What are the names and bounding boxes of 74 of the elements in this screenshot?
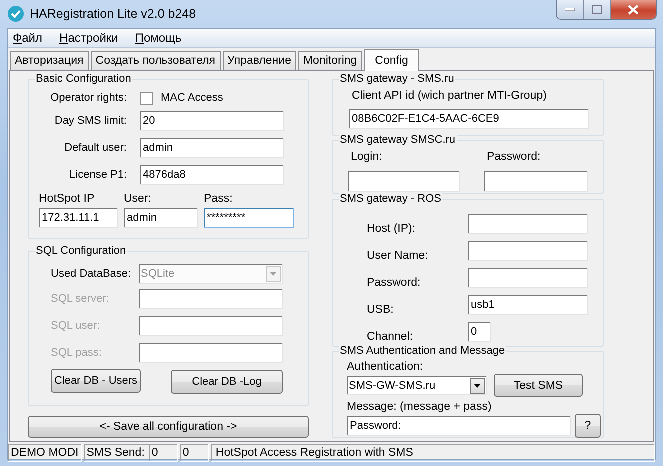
tab[interactable]: Monitoring (298, 51, 362, 70)
minimize-icon (565, 8, 575, 12)
field-label: Used DataBase: (50, 268, 132, 280)
field-label: Password: (366, 277, 422, 289)
app-icon (8, 6, 24, 22)
input-field[interactable]: 08B6C02F-E1C4-5AAC-6CE9 (349, 109, 589, 129)
input-field[interactable]: 0 (468, 322, 491, 342)
group-title: SMS gateway - SMS.ru (339, 73, 456, 86)
window-title: HARegistration Lite v2.0 b248 (30, 7, 196, 21)
input-field[interactable]: 4876da8 (140, 165, 284, 185)
input-field[interactable] (139, 343, 283, 363)
field-label: SQL user: (50, 320, 102, 332)
field-label: HotSpot IP (39, 192, 96, 207)
field-label: USB: (366, 304, 395, 316)
tab[interactable]: Создать пользователя (90, 51, 221, 70)
tab[interactable]: Авторизация (10, 51, 89, 70)
group-title: SQL Configuration (35, 245, 128, 258)
group-title: Basic Configuration (35, 73, 132, 86)
menu-item[interactable]: Помощь (135, 31, 189, 45)
field-label: Login: (351, 151, 384, 165)
input-field[interactable] (139, 316, 283, 336)
input-field[interactable] (348, 171, 460, 192)
save-button[interactable]: <- Save all configuration -> (28, 416, 309, 438)
field-label: Host (IP): (366, 223, 417, 235)
field-label: User Name: (366, 250, 430, 262)
close-button[interactable] (611, 0, 656, 19)
group-title: SMS gateway - ROS (339, 193, 442, 206)
field-label: Day SMS limit: (54, 115, 127, 127)
field-label: User: (124, 192, 152, 207)
tab[interactable]: Управление (222, 51, 296, 70)
counter-field: 0 (180, 444, 209, 462)
tab[interactable]: Config (364, 49, 420, 71)
maximize-icon (592, 5, 602, 14)
checkbox[interactable] (140, 92, 153, 104)
input-field[interactable]: ********* (204, 208, 294, 228)
menu-item[interactable]: Файл (13, 31, 50, 45)
close-icon (628, 4, 639, 14)
input-field[interactable]: usb1 (468, 295, 588, 315)
input-field[interactable]: 172.31.11.1 (39, 208, 118, 228)
status-panel: HotSpot Access Registration with SMS (210, 444, 655, 462)
checkbox-label[interactable]: MAC Access (161, 92, 224, 104)
clear-button[interactable]: Clear DB - Users (51, 369, 141, 393)
input-field[interactable] (468, 214, 588, 234)
field-label: License P1: (68, 169, 127, 181)
field-label: SQL pass: (50, 347, 103, 359)
maximize-button[interactable] (584, 0, 611, 19)
minimize-button[interactable] (557, 0, 584, 19)
input-field[interactable]: Password: (347, 416, 571, 436)
field-label: Message: (message + pass) (347, 401, 493, 414)
input-field[interactable]: 20 (140, 111, 284, 131)
group-title: SMS gateway SMSC.ru (339, 134, 457, 147)
field-label: Password: (487, 151, 542, 165)
status-label: SMS Send: (84, 444, 149, 462)
input-field[interactable]: admin (140, 138, 284, 158)
clear-button[interactable]: Clear DB -Log (171, 370, 283, 394)
menu-item[interactable]: Настройки (60, 31, 126, 45)
input-field[interactable]: admin (124, 208, 198, 228)
input-field[interactable] (484, 171, 588, 192)
group-title: SMS Authentication and Message (339, 345, 506, 358)
input-field[interactable] (468, 268, 588, 288)
field-label: Pass: (204, 192, 234, 207)
field-label: Client API id (wich partner MTI-Group) (352, 90, 548, 104)
field-label: Operator rights: (50, 92, 127, 104)
test-sms-button[interactable]: Test SMS (494, 374, 583, 397)
counter-field: 0 (148, 444, 178, 462)
field-label: Default user: (64, 142, 127, 154)
input-field[interactable] (139, 289, 283, 309)
field-label: SQL server: (50, 293, 110, 305)
help-button[interactable]: ? (575, 414, 601, 438)
status-panel: DEMO MODI (8, 444, 82, 462)
dropdown[interactable]: SMS-GW-SMS.ru (347, 376, 487, 395)
field-label: Channel: (366, 331, 414, 343)
input-field[interactable] (468, 241, 588, 261)
field-label: Authentication: (347, 361, 424, 374)
